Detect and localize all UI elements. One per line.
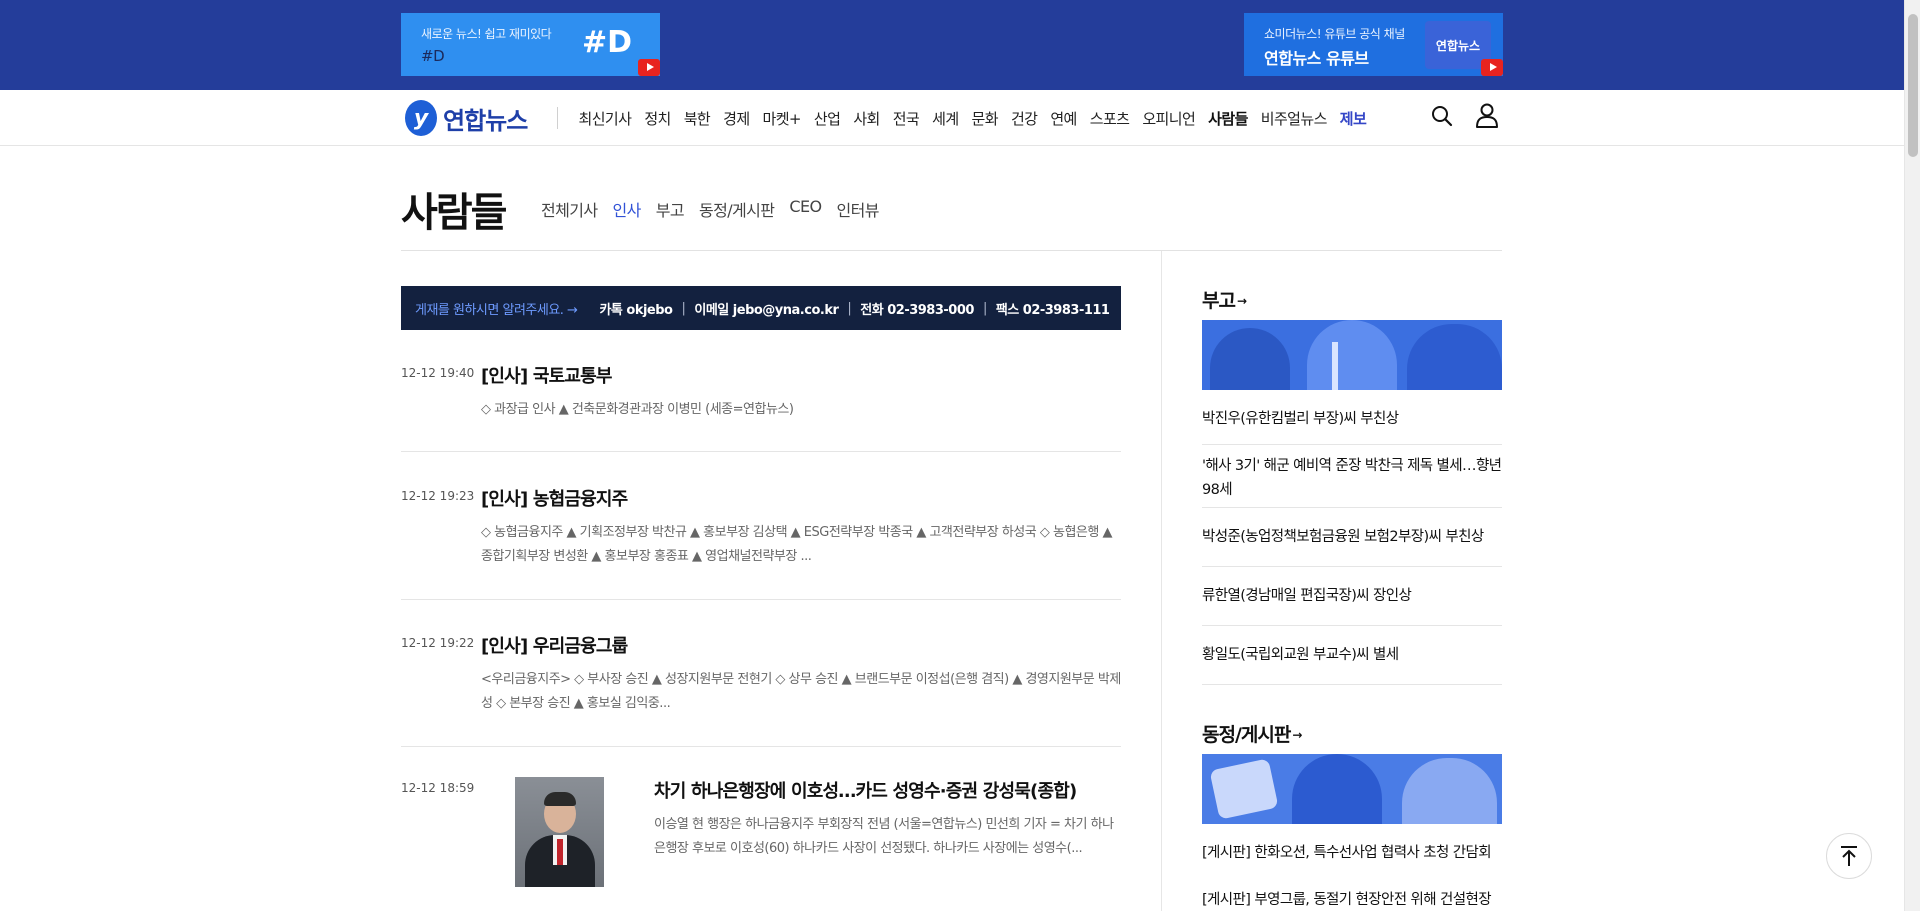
nav-item[interactable]: 건강 [1004,108,1043,129]
article-item[interactable]: 12-12 19:40 [인사] 국토교통부 ◇ 과장급 인사 ▲ 건축문화경관… [401,362,1121,452]
column-divider [1161,251,1162,911]
promo-left-line1: 새로운 뉴스! 쉽고 재미있다 [421,27,552,41]
nav-item[interactable]: 산업 [807,108,846,129]
article-title[interactable]: [인사] 우리금융그룹 [481,632,628,658]
separator: | [982,300,987,316]
sidebar-obituary-image[interactable] [1202,320,1502,390]
sidebar-board-image[interactable] [1202,754,1502,824]
nav-item-active[interactable]: 사람들 [1202,108,1255,129]
main-nav: y 연합뉴스 최신기사 정치 북한 경제 마켓+ 산업 사회 전국 세계 문화 … [0,90,1904,146]
article-title[interactable]: 차기 하나은행장에 이호성…카드 성영수·증권 강성묵(종합) [654,777,1077,803]
separator: | [847,300,852,316]
back-to-top-button[interactable] [1826,833,1872,879]
sidebar-heading-obituary[interactable]: 부고 → [1202,286,1247,313]
sidebar-divider [1202,444,1502,445]
tab-personnel[interactable]: 인사 [612,197,641,221]
article-time: 12-12 19:22 [401,636,475,650]
nav-item-tip[interactable]: 제보 [1333,108,1372,129]
nav-item[interactable]: 북한 [677,108,716,129]
nav-divider [557,107,558,129]
tab-all[interactable]: 전체기사 [541,197,598,221]
promo-banner-youtube[interactable]: 쇼미더뉴스! 유튜브 공식 채널 연합뉴스 유튜브 연합뉴스 [1244,13,1503,76]
article-divider [401,746,1121,747]
article-summary: ◇ 과장급 인사 ▲ 건축문화경관과장 이병민 (세종=연합뉴스) [481,402,794,417]
page-scrollbar[interactable] [1904,0,1920,911]
site-logo[interactable]: y 연합뉴스 [405,98,528,138]
sidebar-list-item[interactable]: '해사 3기' 해군 예비역 준장 박찬극 제독 별세…향년 98세 [1202,454,1502,502]
arrow-up-icon [1841,846,1857,866]
section-divider [401,250,1502,251]
tab-board[interactable]: 동정/게시판 [699,197,775,221]
logo-mark-icon: y [405,100,437,136]
tab-interview[interactable]: 인터뷰 [836,197,879,221]
article-title[interactable]: [인사] 농협금융지주 [481,485,628,511]
article-summary: <우리금융지주> ◇ 부사장 승진 ▲ 성장지원부문 전현기 ◇ 상무 승진 ▲… [481,672,1121,711]
article-item[interactable]: 12-12 19:22 [인사] 우리금융그룹 <우리금융지주> ◇ 부사장 승… [401,632,1121,747]
promo-banner-d[interactable]: 새로운 뉴스! 쉽고 재미있다 #D #D [401,13,660,76]
sidebar-list-item[interactable]: 박성준(농업정책보험금융원 보험2부장)씨 부친상 [1202,525,1502,549]
article-time: 12-12 18:59 [401,781,475,795]
article-thumbnail[interactable] [515,777,604,887]
article-item[interactable]: 12-12 19:23 [인사] 농협금융지주 ◇ 농협금융지주 ▲ 기획조정부… [401,485,1121,600]
logo-text: 연합뉴스 [443,106,528,135]
arrow-right-icon: → [1292,728,1302,742]
separator: | [681,300,686,316]
sidebar-list-item[interactable]: [게시판] 한화오션, 특수선사업 협력사 초청 간담회 [1202,841,1502,865]
tab-ceo[interactable]: CEO [789,197,822,221]
article-divider [401,451,1121,452]
nav-item[interactable]: 최신기사 [572,108,638,129]
sidebar-heading-text: 부고 [1202,290,1236,312]
nav-item[interactable]: 경제 [717,108,756,129]
nav-item[interactable]: 사회 [847,108,886,129]
promo-d-logo: #D [581,25,632,60]
sidebar-list-item[interactable]: 박진우(유한킴벌리 부장)씨 부친상 [1202,407,1502,431]
tip-info-bar: 게재를 원하시면 알려주세요. → 카톡 okjebo | 이메일 jebo@y… [401,286,1121,330]
nav-item[interactable]: 스포츠 [1083,108,1136,129]
tip-kakao: 카톡 okjebo [599,302,673,318]
top-promo-band: 새로운 뉴스! 쉽고 재미있다 #D #D 쇼미더뉴스! 유튜브 공식 채널 연… [0,0,1904,90]
article-item[interactable]: 12-12 18:59 차기 하나은행장에 이호성…카드 성영수·증권 강성묵(… [401,777,1121,897]
sidebar-divider [1202,507,1502,508]
sidebar-list-item[interactable]: 황일도(국립외교원 부교수)씨 별세 [1202,643,1502,667]
user-icon[interactable] [1475,102,1499,128]
sidebar-heading-board[interactable]: 동정/게시판 → [1202,720,1302,747]
sidebar-divider [1202,684,1502,685]
nav-item[interactable]: 전국 [886,108,925,129]
article-divider [401,599,1121,600]
nav-item[interactable]: 세계 [926,108,965,129]
arrow-right-icon: → [1236,294,1247,308]
nav-item[interactable]: 비주얼뉴스 [1254,108,1333,129]
nav-item[interactable]: 문화 [965,108,1004,129]
sidebar-list-item[interactable]: [게시판] 부영그룹, 동절기 현장안전 위해 건설현장 [1202,888,1502,911]
sidebar-divider [1202,566,1502,567]
nav-item[interactable]: 정치 [638,108,677,129]
nav-item[interactable]: 마켓+ [756,108,807,129]
youtube-icon [638,59,660,76]
article-title[interactable]: [인사] 국토교통부 [481,362,612,388]
promo-right-line1: 쇼미더뉴스! 유튜브 공식 채널 [1264,27,1405,41]
article-summary: 이승열 현 행장은 하나금융지주 부회장직 전념 (서울=연합뉴스) 민선희 기… [654,817,1114,856]
promo-right-line2: 연합뉴스 유튜브 [1264,49,1369,68]
section-subtabs: 전체기사 인사 부고 동정/게시판 CEO 인터뷰 [541,197,879,221]
sidebar-heading-text: 동정/게시판 [1202,724,1291,746]
article-time: 12-12 19:23 [401,489,475,503]
nav-item[interactable]: 연예 [1044,108,1083,129]
tip-phone: 전화 02-3983-000 [860,302,974,318]
scrollbar-thumb[interactable] [1908,14,1918,157]
tip-cta-link[interactable]: 게재를 원하시면 알려주세요. → [415,299,578,318]
promo-left-line2: #D [421,47,445,65]
article-time: 12-12 19:40 [401,366,475,380]
page-title: 사람들 [401,190,507,236]
tip-email[interactable]: 이메일 jebo@yna.co.kr [694,299,839,318]
nav-item[interactable]: 오피니언 [1136,108,1202,129]
sidebar-divider [1202,625,1502,626]
article-summary: ◇ 농협금융지주 ▲ 기획조정부장 박찬규 ▲ 홍보부장 김상택 ▲ ESG전략… [481,525,1112,564]
nav-menu: 최신기사 정치 북한 경제 마켓+ 산업 사회 전국 세계 문화 건강 연예 스… [572,90,1373,146]
youtube-icon [1481,59,1503,76]
tab-obituary[interactable]: 부고 [656,197,685,221]
search-icon[interactable] [1430,104,1454,128]
sidebar-list-item[interactable]: 류한열(경남매일 편집국장)씨 장인상 [1202,584,1502,608]
tip-fax: 팩스 02-3983-111 [995,302,1110,318]
